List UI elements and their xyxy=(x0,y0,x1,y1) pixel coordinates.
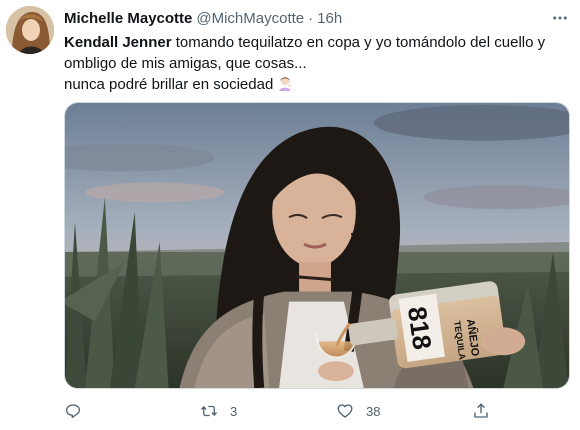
retweet-count: 3 xyxy=(230,403,238,419)
separator-dot: · xyxy=(308,9,314,27)
tweet-card[interactable]: Michelle Maycotte @MichMaycotte · 16h Ke… xyxy=(0,0,580,430)
tweet-line-1: Kendall Jenner tomando tequilatzo en cop… xyxy=(64,32,564,53)
photo-woman-pouring-tequila: 818 TEQUILA AÑEJO xyxy=(65,103,569,388)
tweet-line-1-text: tomando tequilatzo en copa y yo tomándol… xyxy=(171,34,546,51)
retweet-icon xyxy=(200,405,218,417)
heart-icon xyxy=(337,404,353,418)
more-options-button[interactable] xyxy=(548,6,572,30)
retweet-button[interactable]: 3 xyxy=(200,398,237,424)
reply-icon xyxy=(65,404,81,419)
reply-button[interactable] xyxy=(64,398,94,424)
avatar-image xyxy=(6,6,54,54)
avatar[interactable] xyxy=(6,6,54,54)
tweet-text: Kendall Jenner tomando tequilatzo en cop… xyxy=(64,32,564,95)
author-handle[interactable]: @MichMaycotte xyxy=(196,10,304,27)
like-count: 38 xyxy=(366,403,381,419)
author-name[interactable]: Michelle Maycotte xyxy=(64,10,192,27)
bottle-number: 818 xyxy=(402,305,436,352)
tweet-line-3: nunca podré brillar en sociedad xyxy=(64,74,564,95)
share-icon xyxy=(474,403,488,418)
woman-tipping-hand-emoji-icon xyxy=(279,76,292,91)
tweet-media-image[interactable]: 818 TEQUILA AÑEJO xyxy=(64,102,570,389)
like-button[interactable]: 38 xyxy=(336,398,380,424)
tweet-actions-bar: 3 38 xyxy=(60,398,500,424)
more-horizontal-icon xyxy=(553,16,567,20)
share-button[interactable] xyxy=(472,398,490,424)
tweet-timestamp[interactable]: 16h xyxy=(317,10,342,27)
tweet-header: Michelle Maycotte @MichMaycotte · 16h xyxy=(64,8,342,28)
tweet-line-2: ombligo de mis amigas, que cosas... xyxy=(64,55,307,72)
mention-name[interactable]: Kendall Jenner xyxy=(64,34,172,51)
tweet-line-3-text: nunca podré brillar en sociedad xyxy=(64,76,274,93)
